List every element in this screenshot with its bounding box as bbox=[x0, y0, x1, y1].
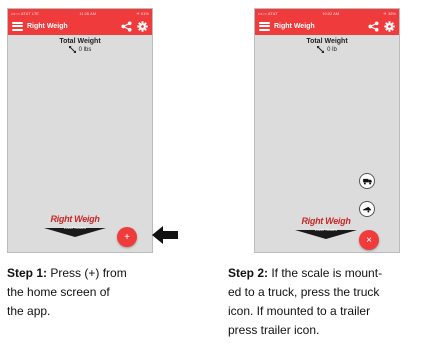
weight-readout: 0 lbs bbox=[8, 46, 152, 53]
app-bar: Right Weigh bbox=[255, 17, 399, 35]
step2-line: press trailer icon. bbox=[228, 323, 320, 337]
step2-line: If the scale is mount- bbox=[268, 266, 383, 280]
phone-screen-step1: •••○○ AT&T LTE 11:26 AM ✈ 61% Right Weig… bbox=[7, 8, 153, 253]
step1-line: the app. bbox=[7, 304, 51, 318]
status-bar: •••○○ AT&T LTE 11:26 AM ✈ 61% bbox=[8, 9, 152, 17]
weight-value: 0 lbs bbox=[78, 46, 92, 53]
right-weigh-logo: Right Weigh Load Scales bbox=[291, 216, 361, 244]
right-weigh-logo: Right Weigh Load Scales bbox=[40, 214, 110, 242]
status-carrier: •••○○ AT&T LTE bbox=[11, 10, 39, 16]
step1-line: Press (+) from bbox=[47, 266, 127, 280]
total-weight-label: Total Weight bbox=[59, 38, 101, 45]
truck-icon bbox=[362, 178, 372, 184]
truck-button[interactable] bbox=[359, 173, 375, 189]
weight-value: 0 lb bbox=[327, 46, 337, 53]
total-weight-label: Total Weight bbox=[306, 38, 348, 45]
step1-title: Step 1: bbox=[7, 266, 48, 280]
close-button[interactable]: × bbox=[359, 230, 379, 250]
trailer-button[interactable] bbox=[359, 201, 375, 217]
app-bar: Right Weigh bbox=[8, 17, 152, 35]
status-carrier: •••○○ AT&T bbox=[258, 10, 278, 16]
share-icon[interactable] bbox=[368, 20, 379, 32]
app-title: Right Weigh bbox=[274, 22, 315, 30]
app-title: Right Weigh bbox=[27, 22, 68, 30]
add-button[interactable]: + bbox=[117, 227, 137, 247]
status-battery: ✈ 38% bbox=[383, 10, 396, 16]
step1-caption: Step 1: Press (+) from the home screen o… bbox=[7, 264, 187, 321]
phone-screen-step2: •••○○ AT&T 10:02 AM ✈ 38% Right Weigh To… bbox=[254, 8, 400, 253]
status-battery: ✈ 61% bbox=[136, 10, 149, 16]
status-bar: •••○○ AT&T 10:02 AM ✈ 38% bbox=[255, 9, 399, 17]
status-time: 11:26 AM bbox=[79, 10, 97, 16]
step2-line: icon. If mounted to a trailer bbox=[228, 304, 371, 318]
weight-readout: 0 lb bbox=[255, 46, 399, 53]
step1-line: the home screen of bbox=[7, 285, 110, 299]
menu-icon[interactable] bbox=[12, 21, 23, 31]
step2-title: Step 2: bbox=[228, 266, 269, 280]
arrow-left-icon bbox=[152, 226, 178, 244]
menu-icon[interactable] bbox=[259, 21, 270, 31]
step2-caption: Step 2: If the scale is mount- ed to a t… bbox=[228, 264, 423, 340]
gear-icon[interactable] bbox=[137, 20, 148, 32]
trailer-icon bbox=[362, 206, 371, 212]
step2-line: ed to a truck, press the truck bbox=[228, 285, 380, 299]
share-icon[interactable] bbox=[121, 20, 132, 32]
scale-arrows-icon bbox=[317, 46, 325, 53]
status-time: 10:02 AM bbox=[322, 10, 340, 16]
gear-icon[interactable] bbox=[384, 20, 395, 32]
scale-arrows-icon bbox=[68, 46, 76, 53]
